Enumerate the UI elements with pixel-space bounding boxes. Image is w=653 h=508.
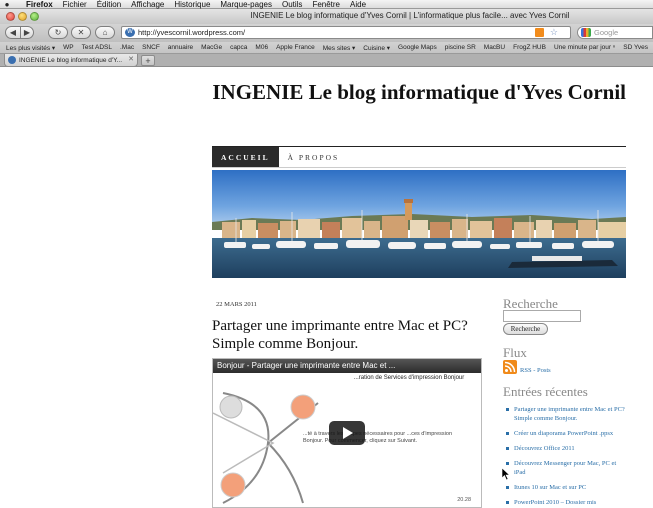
apple-icon[interactable]: ●	[0, 0, 14, 9]
stop-button[interactable]: ✕	[71, 26, 91, 39]
bookmark-star-icon[interactable]: ☆	[550, 27, 558, 38]
back-arrow-icon: ◀	[9, 28, 17, 37]
sidebar-search-input[interactable]	[503, 310, 581, 322]
recent-post-link[interactable]: PowerPoint 2010 – Dossier mis	[505, 498, 625, 507]
back-button[interactable]: ◀	[5, 26, 21, 39]
menu-fenetre[interactable]: Fenêtre	[312, 0, 340, 9]
nav-accueil[interactable]: ACCUEIL	[212, 147, 279, 167]
home-icon: ⌂	[102, 28, 108, 37]
navigation-toolbar: ◀ ▶ ↻ ✕ ⌂ W http://yvescornil.wordpress.…	[0, 24, 653, 42]
header-image	[212, 170, 626, 278]
new-tab-button[interactable]: +	[141, 55, 155, 66]
reload-icon: ↻	[54, 28, 62, 37]
recent-post-link[interactable]: Découvrez Office 2011	[505, 444, 625, 453]
window-titlebar: INGENIE Le blog informatique d'Yves Corn…	[0, 9, 653, 24]
bookmark-item[interactable]: annuaire	[168, 44, 193, 51]
window-title: INGENIE Le blog informatique d'Yves Corn…	[250, 11, 570, 20]
bookmark-item[interactable]: SNCF	[142, 44, 160, 51]
bookmark-item[interactable]: Mes sites ▾	[323, 44, 356, 52]
url-bar[interactable]: W http://yvescornil.wordpress.com/ ☆	[121, 26, 571, 39]
menu-bar: ● Firefox Fichier Édition Affichage Hist…	[0, 0, 653, 9]
close-window-button[interactable]	[6, 12, 15, 21]
forward-button[interactable]: ▶	[20, 26, 34, 39]
menu-aide[interactable]: Aide	[350, 0, 366, 9]
recent-posts-list: Partager une imprimante entre Mac et PC?…	[505, 405, 625, 508]
bookmark-item[interactable]: Test ADSL	[82, 44, 112, 51]
bookmark-item[interactable]: Une minute par jour ⁿ	[554, 44, 615, 51]
rss-icon[interactable]	[503, 360, 517, 374]
tab-active[interactable]: INGENIE Le blog informatique d'Y... ✕	[4, 54, 138, 67]
bookmark-item[interactable]: Google Maps	[398, 44, 437, 51]
menu-historique[interactable]: Historique	[174, 0, 210, 9]
harbor-photo	[212, 170, 626, 278]
search-engine-icon[interactable]	[581, 28, 591, 37]
sidebar-flux-title: Flux	[503, 345, 527, 360]
bookmark-item[interactable]: MacGe	[201, 44, 222, 51]
video-subtitle: ...ration de Services d'impression Bonjo…	[353, 375, 465, 381]
search-placeholder: Google	[594, 28, 619, 37]
sidebar-recent-title: Entrées récentes	[503, 384, 588, 399]
rss-waves-icon	[504, 361, 516, 373]
bookmark-item[interactable]: Apple France	[276, 44, 315, 51]
url-text: http://yvescornil.wordpress.com/	[138, 28, 246, 37]
nav-a-propos[interactable]: À PROPOS	[279, 147, 349, 167]
recent-post-link[interactable]: Créer un diaporama PowerPoint .ppsx	[505, 429, 625, 438]
site-favicon-icon: W	[125, 28, 135, 37]
tab-bar: INGENIE Le blog informatique d'Y... ✕ +	[0, 54, 653, 67]
tab-close-icon[interactable]: ✕	[128, 55, 134, 63]
play-icon	[343, 427, 353, 439]
sidebar-search-button[interactable]: Recherche	[503, 323, 548, 335]
bookmark-item[interactable]: FrogZ HUB	[513, 44, 546, 51]
mouse-cursor-icon	[502, 468, 510, 480]
minimize-window-button[interactable]	[18, 12, 27, 21]
video-counter: 20.28	[457, 497, 471, 503]
site-navigation: ACCUEIL À PROPOS	[212, 146, 626, 168]
site-title[interactable]: INGENIE Le blog informatique d'Yves Corn…	[212, 76, 626, 108]
zoom-window-button[interactable]	[30, 12, 39, 21]
tab-title: INGENIE Le blog informatique d'Y...	[19, 56, 123, 64]
stop-icon: ✕	[77, 28, 85, 37]
menu-affichage[interactable]: Affichage	[131, 0, 164, 9]
post-title[interactable]: Partager une imprimante entre Mac et PC?…	[212, 317, 487, 353]
bookmark-item[interactable]: .Mac	[120, 44, 134, 51]
menu-marque-pages[interactable]: Marque-pages	[220, 0, 272, 9]
recent-post-link[interactable]: Partager une imprimante entre Mac et PC?…	[505, 405, 625, 423]
video-title[interactable]: Bonjour - Partager une imprimante entre …	[213, 359, 481, 373]
bookmark-item[interactable]: piscine SR	[445, 44, 476, 51]
bookmarks-toolbar: Les plus visités ▾ WP Test ADSL .Mac SNC…	[0, 42, 653, 54]
menu-edition[interactable]: Édition	[97, 0, 121, 9]
bookmark-item[interactable]: MacBU	[484, 44, 505, 51]
bookmark-item[interactable]: Cuisine ▾	[363, 44, 390, 52]
video-play-button[interactable]	[329, 421, 365, 445]
bookmark-item[interactable]: SD Yves	[623, 44, 648, 51]
recent-post-link[interactable]: Itunes 10 sur Mac et sur PC	[505, 483, 625, 492]
forward-arrow-icon: ▶	[23, 28, 31, 37]
bookmark-item[interactable]: capca	[230, 44, 247, 51]
menu-app-name[interactable]: Firefox	[26, 0, 53, 9]
bookmark-item[interactable]: WP	[63, 44, 73, 51]
rss-posts-link[interactable]: RSS - Posts	[520, 367, 551, 374]
bookmark-item[interactable]: Les plus visités ▾	[6, 44, 55, 52]
reload-button[interactable]: ↻	[48, 26, 68, 39]
home-button[interactable]: ⌂	[95, 26, 115, 39]
search-bar[interactable]: Google	[577, 26, 653, 39]
feed-icon[interactable]	[535, 28, 544, 37]
menu-fichier[interactable]: Fichier	[63, 0, 87, 9]
post-date: 22 MARS 2011	[216, 301, 257, 308]
embedded-video[interactable]: Bonjour - Partager une imprimante entre …	[212, 358, 482, 508]
recent-post-link[interactable]: Découvrez Messenger pour Mac, PC et iPad	[505, 459, 625, 477]
tab-favicon-icon	[8, 56, 16, 64]
menu-outils[interactable]: Outils	[282, 0, 302, 9]
bookmark-item[interactable]: M06	[255, 44, 268, 51]
page-content: INGENIE Le blog informatique d'Yves Corn…	[0, 68, 653, 508]
